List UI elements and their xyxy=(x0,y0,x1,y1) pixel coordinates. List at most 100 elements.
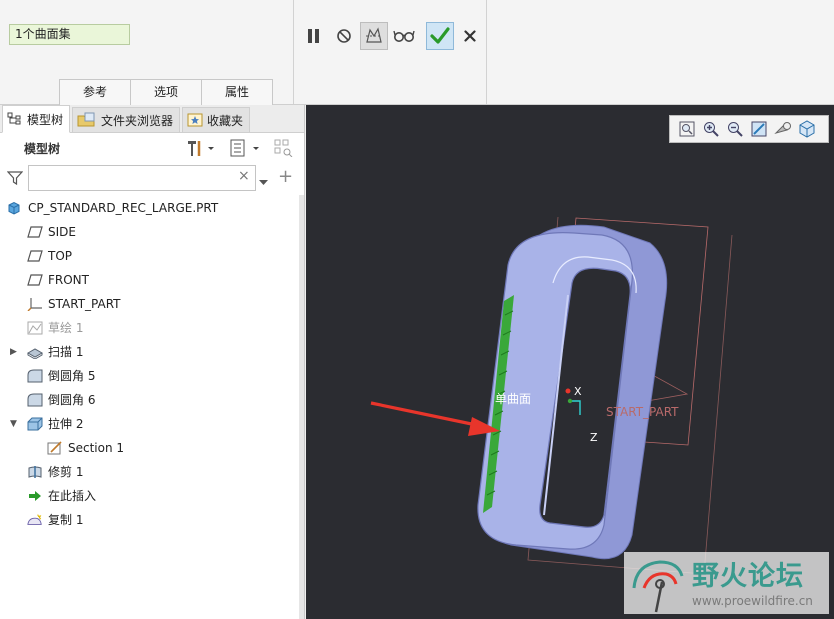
tree-filter-columns-button[interactable] xyxy=(274,139,294,157)
coordinate-system-icon xyxy=(27,297,43,311)
tree-item-extrude-2[interactable]: ▼ 拉伸 2 xyxy=(0,412,300,436)
tree-item-insert-here[interactable]: 在此插入 xyxy=(0,484,300,508)
pause-button[interactable] xyxy=(300,22,328,50)
surface-set-collector[interactable]: 1个曲面集 xyxy=(9,24,130,45)
ribbon-divider xyxy=(486,0,487,104)
tree-item-front[interactable]: FRONT xyxy=(0,268,300,292)
feature-preview-button[interactable] xyxy=(360,22,388,50)
tree-root[interactable]: CP_STANDARD_REC_LARGE.PRT xyxy=(0,196,300,220)
no-preview-button[interactable] xyxy=(330,22,358,50)
tab-folder-browser[interactable]: 文件夹浏览器 xyxy=(72,107,181,132)
graphics-viewport[interactable]: 单曲面 START_PART X Z 野火论坛 www.proewildfire… xyxy=(306,105,834,619)
spin-center-button[interactable] xyxy=(771,118,795,140)
sketch-icon xyxy=(27,321,43,335)
copy-surface-icon xyxy=(27,513,43,527)
zoom-out-button[interactable] xyxy=(723,118,747,140)
model-tree: CP_STANDARD_REC_LARGE.PRT SIDE TOP FRONT… xyxy=(0,196,300,532)
panel-splitter[interactable] xyxy=(299,195,304,619)
navigator-tabs: 模型树 文件夹浏览器 收藏夹 xyxy=(0,105,304,133)
tab-options[interactable]: 选项 xyxy=(130,79,202,105)
display-style-button[interactable] xyxy=(795,118,819,140)
tree-item-label: 在此插入 xyxy=(48,489,97,503)
close-icon xyxy=(464,30,476,42)
insert-here-arrow-icon xyxy=(27,489,43,503)
extrude-icon xyxy=(27,417,43,431)
tree-item-label: FRONT xyxy=(48,273,89,287)
watermark-url: www.proewildfire.cn xyxy=(692,594,813,608)
zoom-in-icon xyxy=(704,122,719,137)
tree-item-section-1[interactable]: Section 1 xyxy=(0,436,300,460)
trim-icon xyxy=(27,465,43,479)
section-sketch-icon xyxy=(47,441,63,455)
view-toolbar xyxy=(669,115,829,143)
tree-item-top[interactable]: TOP xyxy=(0,244,300,268)
axis-x-label: X xyxy=(574,385,582,398)
tree-item-trim-1[interactable]: 修剪 1 xyxy=(0,460,300,484)
tab-references[interactable]: 参考 xyxy=(59,79,131,105)
filter-icon[interactable] xyxy=(6,170,24,189)
tab-properties[interactable]: 属性 xyxy=(201,79,273,105)
ribbon-divider xyxy=(293,0,294,104)
tree-settings-button[interactable] xyxy=(186,139,216,157)
glasses-icon xyxy=(393,30,415,42)
zoom-in-button[interactable] xyxy=(699,118,723,140)
geometry-preview-icon xyxy=(366,27,382,43)
show-options-button[interactable] xyxy=(229,139,263,157)
tab-favorites[interactable]: 收藏夹 xyxy=(182,107,251,132)
tab-model-tree-label: 模型树 xyxy=(27,112,64,127)
cube-icon xyxy=(799,120,815,138)
tree-item-start-part[interactable]: START_PART xyxy=(0,292,300,316)
tree-item-round-5[interactable]: 倒圆角 5 xyxy=(0,364,300,388)
tree-root-label: CP_STANDARD_REC_LARGE.PRT xyxy=(28,201,219,215)
tree-item-sketch[interactable]: 草绘 1 xyxy=(0,316,300,340)
repaint-button[interactable] xyxy=(747,118,771,140)
tree-search-input[interactable] xyxy=(28,165,256,191)
tree-item-label: 倒圆角 5 xyxy=(48,369,96,383)
model-tree-title: 模型树 xyxy=(24,141,61,156)
ribbon-tabs: 参考 选项 属性 xyxy=(59,79,273,105)
shading-icon xyxy=(774,122,791,134)
pause-icon xyxy=(308,29,319,43)
refit-button[interactable] xyxy=(675,118,699,140)
refit-icon xyxy=(679,121,695,137)
filter-dropdown-button[interactable] xyxy=(259,175,268,189)
chevron-down-icon xyxy=(259,180,268,185)
tree-item-round-6[interactable]: 倒圆角 6 xyxy=(0,388,300,412)
tree-item-copy-1[interactable]: 复制 1 xyxy=(0,508,300,532)
expand-arrow-icon[interactable]: ▶ xyxy=(10,340,17,364)
model-tree-toolbar: 模型树 xyxy=(0,133,304,163)
ribbon: 1个曲面集 参考 选项 属性 xyxy=(0,0,834,105)
tree-item-label: START_PART xyxy=(48,297,121,311)
annotation-arrow xyxy=(370,401,487,429)
list-view-icon xyxy=(230,139,259,157)
sweep-icon xyxy=(27,345,43,359)
add-filter-button[interactable]: + xyxy=(278,166,293,187)
tab-model-tree[interactable]: 模型树 xyxy=(2,105,71,133)
forum-watermark: 野火论坛 www.proewildfire.cn xyxy=(624,552,829,614)
tree-item-side[interactable]: SIDE xyxy=(0,220,300,244)
part-icon xyxy=(6,201,22,215)
favorites-star-icon xyxy=(187,113,203,127)
verify-preview-button[interactable] xyxy=(390,22,418,50)
collapse-arrow-icon[interactable]: ▼ xyxy=(10,412,17,436)
tree-item-sweep[interactable]: ▶ 扫描 1 xyxy=(0,340,300,364)
csys-label: START_PART xyxy=(606,405,679,419)
datum-plane-icon xyxy=(27,273,43,287)
model-geometry xyxy=(370,216,733,575)
tab-favorites-label: 收藏夹 xyxy=(207,113,244,128)
feature-controls xyxy=(300,20,486,52)
zoom-out-icon xyxy=(728,122,743,137)
tree-item-label: 倒圆角 6 xyxy=(48,393,96,407)
navigator-panel: 模型树 文件夹浏览器 收藏夹 模型树 × + CP_STANDARD_REC_L… xyxy=(0,105,305,619)
surface-label: 单曲面 xyxy=(495,392,532,406)
clear-filter-button[interactable]: × xyxy=(238,168,250,184)
tree-item-label: 复制 1 xyxy=(48,513,84,527)
ok-button[interactable] xyxy=(426,22,454,50)
grid-disabled-icon xyxy=(274,139,293,157)
watermark-logo xyxy=(632,560,684,613)
tab-folder-browser-label: 文件夹浏览器 xyxy=(101,113,174,128)
tree-item-label: 拉伸 2 xyxy=(48,417,84,431)
tree-item-label: 扫描 1 xyxy=(48,345,84,359)
cancel-button[interactable] xyxy=(456,22,484,50)
checkmark-icon xyxy=(430,27,450,44)
